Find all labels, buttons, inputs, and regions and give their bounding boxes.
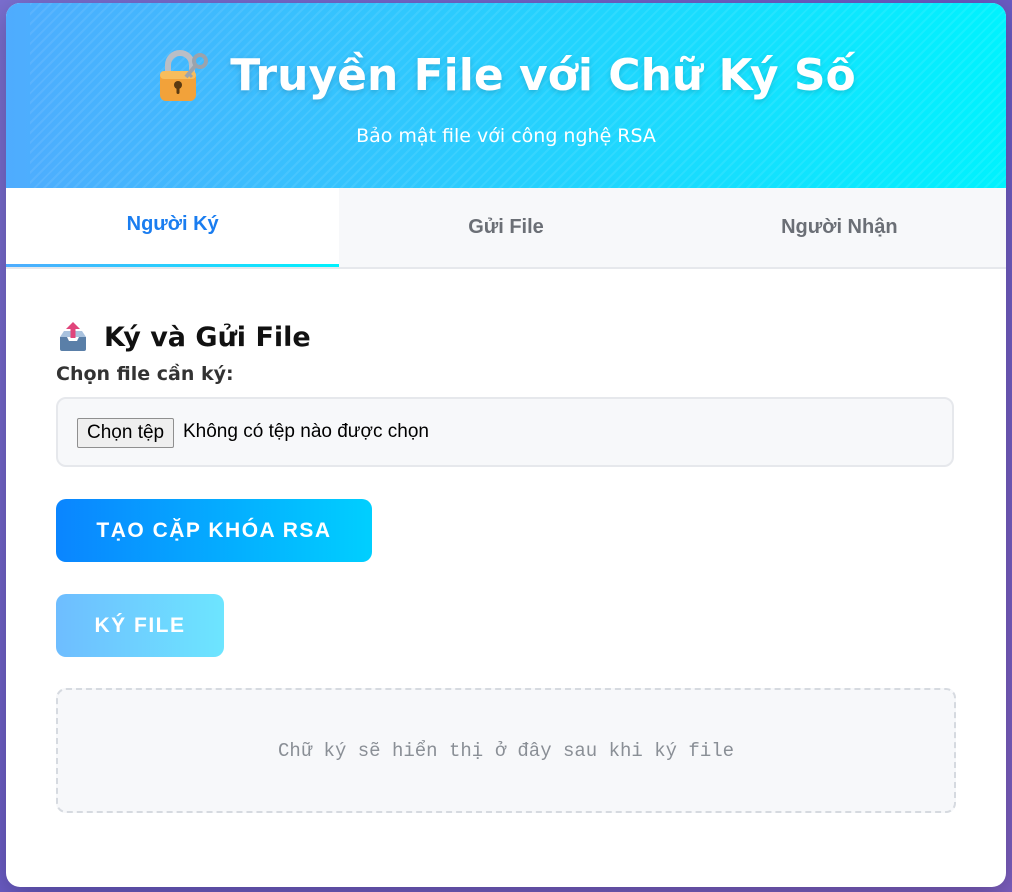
tab-nguoi-nhan[interactable]: Người Nhận (673, 188, 1006, 267)
lock-with-key-icon (160, 50, 209, 101)
choose-file-button[interactable]: Chọn tệp (77, 418, 175, 448)
section-title: Ký và Gửi File (104, 321, 311, 353)
tab-gui-file[interactable]: Gửi File (339, 188, 672, 267)
file-status-text: Không có tệp nào được chọn (183, 421, 429, 442)
sign-file-button[interactable]: KÝ FILE (56, 594, 224, 657)
tab-bar: Người Ký Gửi File Người Nhận (6, 188, 1006, 269)
app-card: Truyền File với Chữ Ký Số Bảo mật file v… (6, 3, 1006, 887)
section-heading: Ký và Gửi File (58, 321, 311, 353)
page-subtitle: Bảo mật file với công nghệ RSA (356, 125, 656, 147)
header: Truyền File với Chữ Ký Số Bảo mật file v… (6, 3, 1006, 188)
file-field-label: Chọn file cần ký: (56, 363, 234, 385)
signature-output-box: Chữ ký sẽ hiển thị ở đây sau khi ký file (56, 688, 956, 813)
outbox-tray-icon (60, 322, 86, 351)
file-input[interactable]: Chọn tệp Không có tệp nào được chọn (56, 397, 954, 467)
page-title: Truyền File với Chữ Ký Số (230, 49, 856, 101)
tab-nguoi-ky[interactable]: Người Ký (6, 188, 340, 267)
generate-rsa-keys-button[interactable]: TẠO CẶP KHÓA RSA (56, 499, 372, 562)
title-row: Truyền File với Chữ Ký Số (6, 47, 1006, 103)
signature-placeholder: Chữ ký sẽ hiển thị ở đây sau khi ký file (277, 739, 735, 762)
